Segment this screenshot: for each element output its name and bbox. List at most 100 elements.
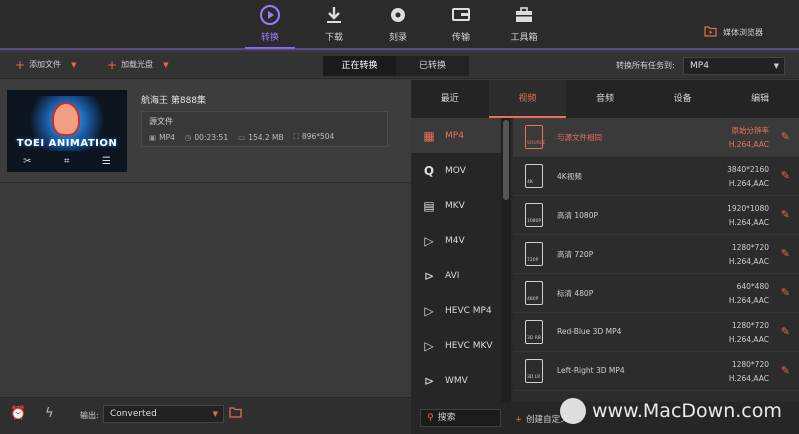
chevron-down-icon: ▼ <box>773 62 779 70</box>
tab-audio[interactable]: 音频 <box>566 80 644 118</box>
tab-edit[interactable]: 编辑 <box>721 80 799 118</box>
edit-icon[interactable]: ✎ <box>781 247 790 260</box>
nav-download[interactable]: 下载 <box>309 4 359 43</box>
format-list-scrollbar[interactable] <box>501 118 511 402</box>
convert-all-label: 转换所有任务到: <box>616 61 675 70</box>
search-icon: ⚲ <box>427 413 434 423</box>
preset-item[interactable]: 3D RB Red-Blue 3D MP4 1280*720 H.264,AAC … <box>513 313 799 352</box>
adjust-icon[interactable]: ☰ <box>102 156 111 170</box>
m4v-icon: ▷ <box>424 233 434 248</box>
edit-icon[interactable]: ✎ <box>781 286 790 299</box>
thumbnail-tools: ✂ ⌗ ☰ <box>7 156 127 170</box>
nav-toolbox-label: 工具箱 <box>510 33 538 43</box>
toolbar: + 添加文件 ▼ + 加载光盘 ▼ 正在转换 已转换 转换所有任务到: <box>0 52 799 79</box>
video-thumbnail[interactable]: TOEI ANIMATION ✂ ⌗ ☰ <box>7 90 127 172</box>
format-item-avi[interactable]: ⊳ AVI <box>411 258 501 293</box>
output-value: Converted <box>110 409 157 419</box>
convert-all-value: MP4 <box>690 61 709 71</box>
scissors-icon[interactable]: ✂ <box>23 156 31 170</box>
open-folder-icon[interactable] <box>229 407 242 421</box>
nav-toolbox[interactable]: 工具箱 <box>499 4 549 43</box>
format-category-tabs: 最近 视频 音频 设备 编辑 <box>411 80 799 118</box>
conversion-status-tabs: 正在转换 已转换 <box>323 56 469 76</box>
chevron-down-icon[interactable]: ▼ <box>163 61 168 69</box>
tab-converted[interactable]: 已转换 <box>396 56 469 76</box>
edit-icon[interactable]: ✎ <box>781 130 790 143</box>
clock-icon: ◷ <box>184 132 192 142</box>
format-label: MOV <box>445 165 466 176</box>
format-item-wmv[interactable]: ⊳ WMV <box>411 363 501 398</box>
edit-icon[interactable]: ✎ <box>781 169 790 182</box>
format-item-hevc-mkv[interactable]: ▷ HEVC MKV <box>411 328 501 363</box>
resolution-icon: ⛶ <box>293 132 299 141</box>
add-file-button[interactable]: + 添加文件 ▼ <box>15 59 76 71</box>
file-item[interactable]: TOEI ANIMATION ✂ ⌗ ☰ 航海王 第888集 源文件 ▣ MP4 … <box>0 80 411 183</box>
format-panel: 最近 视频 音频 设备 编辑 ▦ MP4 Q MOV ▤ MKV ▷ M4V ⊳… <box>411 80 799 434</box>
preset-name: 与源文件相同 <box>557 133 602 142</box>
lightning-icon[interactable]: ϟ <box>45 406 54 421</box>
nav-convert[interactable]: 转换 <box>245 4 295 49</box>
convert-all-format-select[interactable]: MP4 ▼ <box>683 57 785 75</box>
preset-item[interactable]: 4K 4K视频 3840*2160 H.264,AAC ✎ <box>513 157 799 196</box>
preset-item[interactable]: SOURCE 与源文件相同 原始分辨率 H.264,AAC ✎ <box>513 118 799 157</box>
source-meta: ▣ MP4 ◷ 00:23:51 ▭ 154.2 MB ⛶ 896*504 <box>149 132 334 142</box>
format-label: HEVC MKV <box>445 340 493 351</box>
format-list: ▦ MP4 Q MOV ▤ MKV ▷ M4V ⊳ AVI ▷ HEVC MP4… <box>411 118 501 402</box>
preset-search-input[interactable]: ⚲ 搜索 <box>420 409 501 427</box>
play-circle-icon: ⊳ <box>423 268 435 283</box>
bottom-bar: ⏰ ϟ 输出: Converted ▼ <box>0 397 412 434</box>
preset-item[interactable]: 720P 高清 720P 1280*720 H.264,AAC ✎ <box>513 235 799 274</box>
chevron-down-icon: ▼ <box>212 410 218 418</box>
search-placeholder: 搜索 <box>437 413 456 423</box>
preset-spec: 1280*720 H.264,AAC <box>728 321 769 344</box>
format-item-mp4[interactable]: ▦ MP4 <box>411 118 501 153</box>
nav-transfer[interactable]: 传输 <box>436 4 486 43</box>
toolbox-icon <box>499 4 549 26</box>
media-browser-button[interactable]: 媒体浏览器 <box>704 26 763 39</box>
preset-file-icon: 3D RB <box>525 320 543 344</box>
edit-icon[interactable]: ✎ <box>781 325 790 338</box>
tab-device[interactable]: 设备 <box>644 80 722 118</box>
preset-spec: 原始分辨率 H.264,AAC <box>728 126 769 149</box>
edit-icon[interactable]: ✎ <box>781 364 790 377</box>
source-size: 154.2 MB <box>248 132 284 142</box>
nav-download-label: 下载 <box>324 33 343 43</box>
source-format: MP4 <box>159 132 175 142</box>
source-label: 源文件 <box>149 117 173 126</box>
preset-name: 标清 480P <box>557 289 594 298</box>
preset-file-icon: 3D LR <box>525 359 543 383</box>
chevron-down-icon[interactable]: ▼ <box>71 61 76 69</box>
preset-spec: 1280*720 H.264,AAC <box>728 360 769 383</box>
preset-list: SOURCE 与源文件相同 原始分辨率 H.264,AAC ✎ 4K 4K视频 3… <box>513 118 799 402</box>
tab-converting[interactable]: 正在转换 <box>323 56 396 76</box>
source-resolution: 896*504 <box>301 132 335 141</box>
mkv-icon: ▤ <box>423 198 435 213</box>
tab-recent[interactable]: 最近 <box>411 80 489 118</box>
format-label: HEVC MP4 <box>445 305 492 316</box>
folder-icon: ▭ <box>238 132 246 142</box>
watermark-text: www.MacDown.com <box>592 400 782 422</box>
nav-divider <box>0 48 799 50</box>
format-item-mov[interactable]: Q MOV <box>411 153 501 188</box>
nav-convert-label: 转换 <box>260 33 279 43</box>
crop-icon[interactable]: ⌗ <box>64 156 70 170</box>
scrollbar-thumb[interactable] <box>503 120 509 200</box>
format-item-m4v[interactable]: ▷ M4V <box>411 223 501 258</box>
alarm-clock-icon[interactable]: ⏰ <box>10 406 26 421</box>
output-folder-select[interactable]: Converted ▼ <box>103 405 224 423</box>
format-item-mkv[interactable]: ▤ MKV <box>411 188 501 223</box>
preset-file-icon: 4K <box>525 164 543 188</box>
transfer-icon <box>436 4 486 26</box>
preset-file-icon: 480P <box>525 281 543 305</box>
edit-icon[interactable]: ✎ <box>781 208 790 221</box>
nav-burn[interactable]: 刻录 <box>373 4 423 43</box>
download-icon <box>309 4 359 26</box>
load-disc-button[interactable]: + 加载光盘 ▼ <box>107 59 168 71</box>
preset-item[interactable]: 3D LR Left-Right 3D MP4 1280*720 H.264,AA… <box>513 352 799 391</box>
tab-video[interactable]: 视频 <box>488 80 567 118</box>
play-circle-icon: ⊳ <box>423 373 435 388</box>
preset-item[interactable]: 1080P 高清 1080P 1920*1080 H.264,AAC ✎ <box>513 196 799 235</box>
preset-item[interactable]: 480P 标清 480P 640*480 H.264,AAC ✎ <box>513 274 799 313</box>
format-item-hevc-mp4[interactable]: ▷ HEVC MP4 <box>411 293 501 328</box>
apple-logo-icon <box>560 398 586 424</box>
